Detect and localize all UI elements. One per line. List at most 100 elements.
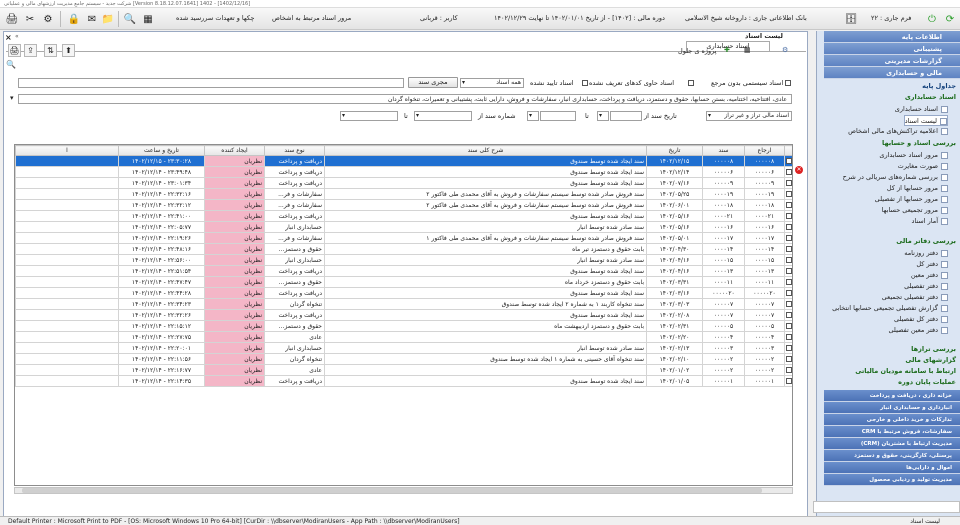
table-row[interactable]: ۰۰۰۰۱۵ ۰۰۰۰۱۵ ۱۴۰۲/۰۴/۱۶ سند صادر شده توسط … [15,254,792,266]
sidebar-item-ledger-4[interactable]: دفتر تفصیلی تجمیعی [882,292,948,303]
date-to-input[interactable] [540,111,576,121]
table-row[interactable]: ۰۰۰۰۲۱ ۰۰۰۰۲۱ ۱۴۰۲/۰۵/۱۶ سند ایجاد شده توسط… [15,210,792,222]
close-icon[interactable]: × [5,33,12,42]
apply-button[interactable]: مجری سند [408,77,458,88]
table-row[interactable]: ۰۰۰۰۰۳ ۰۰۰۰۰۳ ۱۴۰۲/۰۲/۱۳ سند صادر شده توسط … [15,342,792,354]
row-checkbox-box[interactable] [786,367,792,373]
doc-number-from-select[interactable] [414,111,472,121]
row-checkbox-box[interactable] [786,268,792,274]
unapproved-checkbox[interactable] [582,80,588,86]
add-icon[interactable]: ✚ [724,46,730,54]
sidebar-item-review-6[interactable]: آمار اسناد [911,216,948,227]
sidebar-section-period-end[interactable]: عملیات پایان دوره [898,378,956,386]
sidebar-item-ledger-5[interactable]: گزارش تفصیلی تجمیعی حسابها انتخابی [832,303,948,314]
sidebar-item-ledger-3[interactable]: دفتر تفصیلی [904,281,948,292]
row-checkbox-box[interactable] [786,213,792,219]
sidebar-item-review-5[interactable]: مرور تجمیعی حسابها [882,205,948,216]
sidebar-item-accounting-docs[interactable]: اسناد حسابداری [895,104,948,115]
zoom-icon[interactable]: 🔍 [6,60,16,69]
sidebar-item-ledger-1[interactable]: دفتر کل [916,259,948,270]
balance-select[interactable]: اسناد مالی تراز و غیر تراز [706,111,792,121]
row-checkbox-box[interactable] [786,323,792,329]
row-checkbox-box[interactable] [786,279,792,285]
row-checkbox-box[interactable] [786,356,792,362]
related-docs-button[interactable]: مرور اسناد مرتبط به اشخاص [272,14,351,22]
doc-type-select[interactable]: همه اسناد [460,78,524,88]
sidebar-section-accounting-docs[interactable]: اسناد حسابداری [905,93,956,101]
collapse-icon[interactable]: « [15,33,19,40]
sidebar-item-transactions[interactable]: اعلامیه تراکنش‌های مالی اشخاص [848,126,948,137]
tool-icon-1[interactable]: 🖨 [4,11,20,27]
search-icon[interactable]: 🔍 [122,11,138,27]
table-row[interactable]: ۰۰۰۰۰۴ ۰۰۰۰۰۴ ۱۴۰۲/۰۲/۲۰ عادی نظریان ۱۴۰۲/۱۲/… [15,331,792,343]
table-row[interactable]: ۰۰۰۰۰۲ ۰۰۰۰۰۲ ۱۴۰۲/۰۲/۱۰ سند تنخواه آقای حس… [15,353,792,365]
row-checkbox-box[interactable] [786,301,792,307]
sidebar-item-crm[interactable]: مدیریت ارتباط با مشتریان (CRM) [824,438,960,450]
checks-button[interactable]: چکها و تعهدات سررسید شده [176,14,255,22]
table-row[interactable]: ۰۰۰۰۰۲ ۰۰۰۰۰۲ ۱۴۰۲/۰۱/۰۲ عادی نظریان ۱۴۰۲/۱۲/… [15,364,792,376]
row-checkbox-box[interactable] [786,312,792,318]
chevron-down-icon[interactable]: ▾ [10,94,14,102]
sidebar-item-procurement[interactable]: تدارکات و خرید داخلی و خارجی [824,414,960,426]
sidebar-item-support[interactable]: پشتیبانی [824,43,960,55]
row-checkbox-box[interactable] [786,169,792,175]
sidebar-item-base-info[interactable]: اطلاعات پایه [824,31,960,43]
row-checkbox-box[interactable] [786,202,792,208]
sidebar-section-tax-link[interactable]: ارتباط با سامانه مودیان مالیاتی [855,367,956,375]
table-row[interactable]: ۰۰۰۰۰۶ ۰۰۰۰۰۶ ۱۴۰۲/۱۲/۱۴ سند ایجاد شده توسط… [15,166,792,178]
sidebar-item-ledger-0[interactable]: دفتر روزنامه [904,248,948,259]
sidebar-item-review-3[interactable]: مرور حسابها از کل [887,183,948,194]
date-to-dropdown[interactable] [527,111,539,121]
sidebar-item-ledger-6[interactable]: دفتر کل تفصیلی [894,314,948,325]
column-header-date[interactable]: تاریخ [646,145,703,156]
doc-number-to-select[interactable] [340,111,398,121]
table-row[interactable]: ۰۰۰۰۱۴ ۰۰۰۰۱۴ ۱۴۰۲/۰۴/۳۰ بابت حقوق و دستمزد… [15,243,792,255]
sidebar-item-inventory[interactable]: انبارداری و حسابداری انبار [824,402,960,414]
lock-icon[interactable]: 🔒 [66,11,82,27]
sidebar-item-review-1[interactable]: صورت مغایرت [898,161,948,172]
row-checkbox-box[interactable] [786,246,792,252]
table-row[interactable]: ۰۰۰۰۱۶ ۰۰۰۰۱۶ ۱۴۰۲/۰۵/۱۶ سند صادر شده توسط … [15,221,792,233]
table-row[interactable]: ۰۰۰۰۰۲۰ ۰۰۰۰۰۲۰ ۱۴۰۲/۰۳/۱۶ سند ایجاد شده تو… [15,287,792,299]
sidebar-section-balances[interactable]: بررسی ترازها [911,345,956,353]
date-from-input[interactable] [610,111,642,121]
table-row[interactable]: ۰۰۰۰۱۳ ۰۰۰۰۱۳ ۱۴۰۲/۰۴/۱۶ سند ایجاد شده توسط… [15,265,792,277]
date-from-dropdown[interactable] [597,111,609,121]
table-row[interactable]: ۰۰۰۰۰۱ ۰۰۰۰۰۱ ۱۴۰۲/۰۱/۰۵ سند ایجاد شده توسط… [15,375,792,387]
sidebar-item-assets[interactable]: اموال و دارایی‌ها [824,462,960,474]
table-row[interactable]: ۰۰۰۰۱۱ ۰۰۰۰۱۱ ۱۴۰۲/۰۳/۳۱ بابت حقوق و دستمزد… [15,276,792,288]
column-header-creator[interactable]: ایجاد کننده [204,145,265,156]
sidebar-item-review-4[interactable]: مرور حسابها از تفصیلی [875,194,948,205]
row-checkbox-box[interactable] [786,158,792,164]
sidebar-item-treasury[interactable]: خزانه داری ، دریافت و پرداخت [824,390,960,402]
columns-icon[interactable]: ▦ [744,46,751,54]
tool-icon-2[interactable]: ✂ [22,11,38,27]
doc-types-field[interactable]: عادی، افتتاحیه، اختتامیه، بستن حسابها، ح… [18,94,792,104]
search-input[interactable] [18,78,404,88]
options-icon[interactable]: ⚙ [782,46,788,54]
table-row[interactable]: ۰۰۰۰۱۷ ۰۰۰۰۱۷ ۱۴۰۲/۰۵/۰۱ سند فروش صادر شده … [15,232,792,244]
tool-icon-3[interactable]: ⚙ [40,11,56,27]
column-header-check[interactable] [784,145,792,156]
sidebar-item-ledger-2[interactable]: دفتر معین [911,270,948,281]
row-checkbox-box[interactable] [786,191,792,197]
column-header-desc[interactable]: شرح کلی سند [324,145,647,156]
system-docs-checkbox[interactable] [785,80,791,86]
sidebar-item-docs-list[interactable]: لیست اسناد [903,115,948,126]
upload-icon[interactable]: ⬆ [62,44,75,57]
sidebar-item-production[interactable]: مدیریت تولید و ردیابی محصول [824,474,960,486]
table-row[interactable]: ۰۰۰۰۱۹ ۰۰۰۰۱۹ ۱۴۰۲/۰۵/۲۵ سند فروش صادر شده … [15,188,792,200]
sidebar-section-ledgers[interactable]: بررسی دفاتر مالی [896,237,956,245]
sidebar-item-personnel[interactable]: پرسنلی، کارگزینی، حقوق و دستمزد [824,450,960,462]
print-icon[interactable]: 🖨 [8,44,21,57]
row-checkbox-box[interactable] [786,378,792,384]
table-row[interactable]: ۰۰۰۰۰۹ ۰۰۰۰۰۹ ۱۴۰۲/۰۷/۱۶ سند ایجاد شده توسط… [15,177,792,189]
column-header-extra[interactable]: ا [15,145,119,156]
table-row[interactable]: ۰۰۰۰۰۷ ۰۰۰۰۰۷ ۱۴۰۲/۰۳/۰۳ سند تنخواه کاربند … [15,298,792,310]
row-checkbox-box[interactable] [786,235,792,241]
sidebar-item-review-2[interactable]: بررسی شماره‌های سریالی در شرح [843,172,948,183]
sidebar-item-ledger-7[interactable]: دفتر معین تفصیلی [889,325,948,336]
sort-icon[interactable]: ⇅ [44,44,57,57]
doc-icon[interactable]: ▦ [140,11,156,27]
sidebar-item-sales[interactable]: سفارشات، فروش مرتبط با CRM [824,426,960,438]
